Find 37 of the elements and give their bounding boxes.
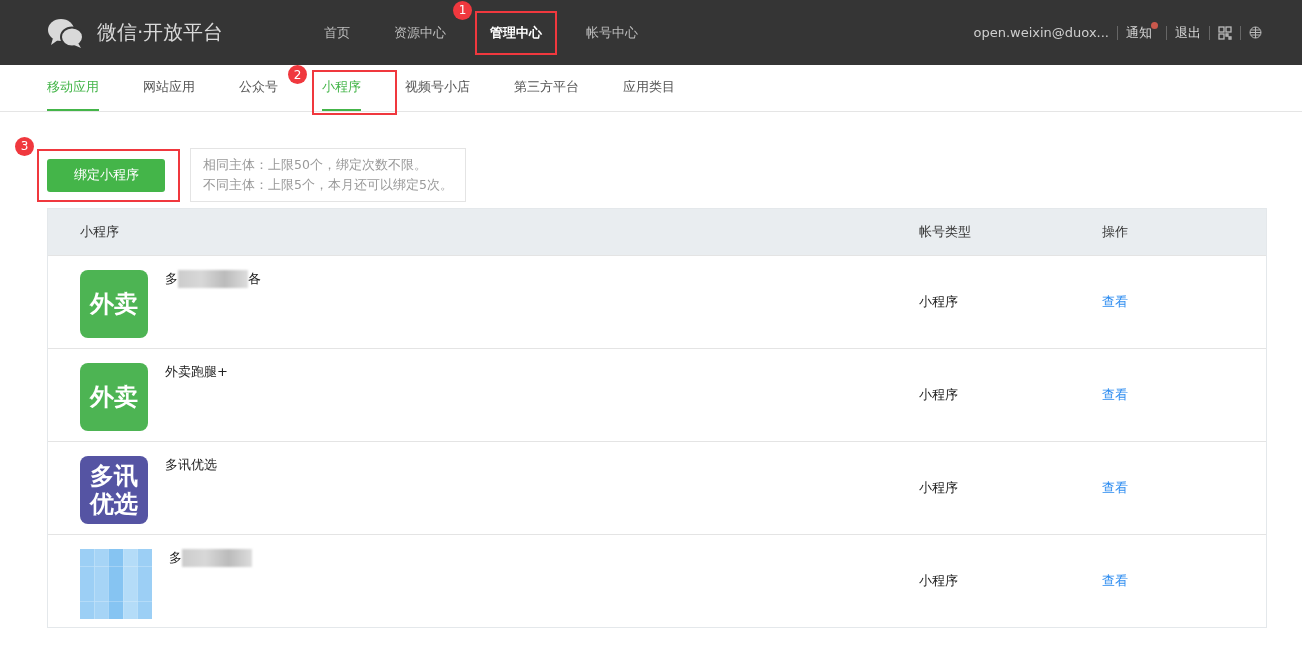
logo-text: 微信·开放平台	[97, 19, 224, 46]
tab[interactable]: 第三方平台	[514, 65, 579, 111]
blurred-icon	[80, 549, 152, 619]
tab[interactable]: 应用类目	[623, 65, 675, 111]
account-type: 小程序	[919, 293, 958, 311]
qr-code-icon[interactable]	[1218, 25, 1232, 40]
step-badge: 1	[453, 0, 472, 20]
view-link[interactable]: 查看	[1102, 386, 1128, 404]
tab[interactable]: 公众号	[239, 65, 278, 111]
logout-link[interactable]: 退出	[1175, 23, 1201, 42]
chat-bubbles-logo-icon	[47, 17, 85, 48]
view-link[interactable]: 查看	[1102, 479, 1128, 497]
notice-link[interactable]: 通知	[1126, 24, 1152, 40]
account-type: 小程序	[919, 386, 958, 404]
tab[interactable]: 视频号小店	[405, 65, 470, 111]
mini-program-name: 外卖跑腿+	[165, 363, 228, 381]
nav-item[interactable]: 帐号中心	[564, 12, 660, 53]
mini-program-name: 多讯优选	[165, 456, 217, 474]
view-link[interactable]: 查看	[1102, 572, 1128, 590]
hint-tooltip: 相同主体：上限50个，绑定次数不限。 不同主体：上限5个，本月还可以绑定5次。	[190, 148, 466, 202]
globe-icon[interactable]	[1249, 26, 1262, 39]
mini-program-name: 多	[169, 549, 252, 567]
mini-program-name: 多 各	[165, 270, 261, 288]
app-icon: 外卖	[80, 363, 148, 431]
tab[interactable]: 网站应用	[143, 65, 195, 111]
app-icon: 外卖	[80, 270, 148, 338]
column-header: 小程序	[79, 223, 120, 241]
view-link[interactable]: 查看	[1102, 293, 1128, 311]
account-type: 小程序	[919, 479, 958, 497]
account-type: 小程序	[919, 572, 958, 590]
nav-item[interactable]: 首页	[302, 12, 372, 53]
column-header: 帐号类型	[919, 223, 972, 241]
app-icon: 多讯 优选	[80, 456, 148, 524]
column-header: 操作	[1102, 223, 1129, 241]
step-badge: 2	[288, 65, 307, 84]
account-email[interactable]: open.weixin@duox...	[973, 25, 1109, 40]
step-badge: 3	[15, 136, 34, 156]
